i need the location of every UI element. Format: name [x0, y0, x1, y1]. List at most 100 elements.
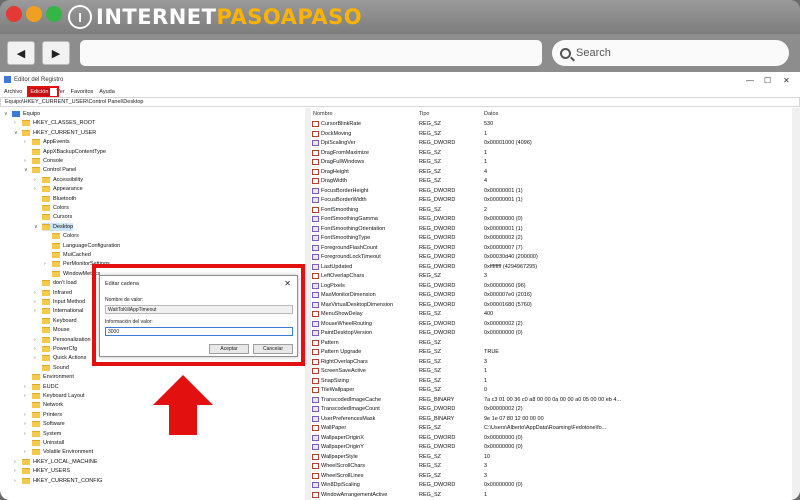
list-row[interactable]: LogPixels REG_DWORD 0x00000060 (96): [311, 282, 791, 290]
expand-arrow-icon[interactable]: ›: [14, 467, 16, 475]
list-row[interactable]: CursorBlinkRate REG_SZ 530: [311, 120, 791, 128]
minimize-icon[interactable]: —: [746, 73, 754, 89]
tree-node[interactable]: › Volatile Environment: [24, 448, 93, 456]
url-bar[interactable]: [80, 40, 542, 66]
list-row[interactable]: UserPreferencesMask REG_BINARY 9e 1e 07 80…: [311, 415, 791, 423]
list-row[interactable]: WallpaperStyle REG_SZ 10: [311, 453, 791, 461]
list-row[interactable]: MaxVirtualDesktopDimension REG_DWORD 0x000…: [311, 301, 791, 309]
list-row[interactable]: WindowArrangementActive REG_SZ 1: [311, 491, 791, 499]
tree-node[interactable]: › Keyboard Layout: [24, 392, 85, 400]
expand-arrow-icon[interactable]: ›: [34, 336, 36, 344]
tree-node[interactable]: › EUDC: [24, 383, 59, 391]
expand-arrow-icon[interactable]: ›: [34, 354, 36, 362]
list-row[interactable]: ScreenSaveActive REG_SZ 1: [311, 367, 791, 375]
minimize-window-icon[interactable]: [26, 6, 42, 22]
tree-node[interactable]: Colors: [52, 232, 79, 240]
back-button[interactable]: ◀: [7, 41, 35, 65]
tree-node[interactable]: › Personalization: [34, 336, 91, 344]
expand-arrow-icon[interactable]: ›: [34, 289, 36, 297]
expand-arrow-icon[interactable]: ›: [34, 307, 36, 315]
tree-node[interactable]: › Infrared: [34, 289, 72, 297]
tree-node[interactable]: › HKEY_LOCAL_MACHINE: [14, 458, 98, 466]
tree-node[interactable]: › Console: [24, 157, 63, 165]
list-row[interactable]: FocusBorderWidth REG_DWORD 0x00000001 (1): [311, 196, 791, 204]
list-row[interactable]: MaxMonitorDimension REG_DWORD 0x000007e0 (…: [311, 291, 791, 299]
expand-arrow-icon[interactable]: ∨: [34, 223, 38, 231]
expand-arrow-icon[interactable]: ›: [14, 477, 16, 485]
maximize-icon[interactable]: ☐: [764, 73, 771, 89]
tree-node[interactable]: › Input Method: [34, 298, 85, 306]
tree-node[interactable]: ∨ Equipo: [4, 110, 40, 118]
list-row[interactable]: FontSmoothing REG_SZ 2: [311, 206, 791, 214]
tree-node[interactable]: ∨ Control Panel: [24, 166, 76, 174]
expand-arrow-icon[interactable]: ›: [24, 157, 26, 165]
tree-node[interactable]: ∨ HKEY_CURRENT_USER: [14, 129, 96, 137]
close-window-icon[interactable]: [6, 6, 22, 22]
list-row[interactable]: FontSmoothingOrientation REG_DWORD 0x00000…: [311, 225, 791, 233]
tree-node[interactable]: › Software: [24, 420, 65, 428]
list-row[interactable]: FontSmoothingType REG_DWORD 0x00000002 (2): [311, 234, 791, 242]
column-nombre[interactable]: Nombre: [313, 110, 333, 118]
menu-archivo[interactable]: Archivo: [4, 88, 22, 97]
list-row[interactable]: SnapSizing REG_SZ 1: [311, 377, 791, 385]
expand-arrow-icon[interactable]: ›: [24, 411, 26, 419]
list-row[interactable]: LeftOverlapChars REG_SZ 3: [311, 272, 791, 280]
expand-arrow-icon[interactable]: ›: [24, 392, 26, 400]
list-row[interactable]: DockMoving REG_SZ 1: [311, 130, 791, 138]
list-row[interactable]: TranscodedImageCount REG_DWORD 0x00000002 …: [311, 405, 791, 413]
list-row[interactable]: TileWallpaper REG_SZ 0: [311, 386, 791, 394]
list-row[interactable]: TranscodedImageCache REG_BINARY 7a c3 01 0…: [311, 396, 791, 404]
column-tipo[interactable]: Tipo: [419, 110, 430, 118]
tree-node[interactable]: › Quick Actions: [34, 354, 86, 362]
list-row[interactable]: FocusBorderHeight REG_DWORD 0x00000001 (1): [311, 187, 791, 195]
expand-arrow-icon[interactable]: ›: [14, 458, 16, 466]
tree-node[interactable]: › System: [24, 430, 61, 438]
list-row[interactable]: WallPaper REG_SZ C:\Users\Alberto\AppData\…: [311, 424, 791, 432]
list-row[interactable]: MenuShowDelay REG_SZ 400: [311, 310, 791, 318]
tree-node[interactable]: › Accessibility: [34, 176, 83, 184]
expand-arrow-icon[interactable]: ∨: [24, 166, 28, 174]
maximize-window-icon[interactable]: [46, 6, 62, 22]
list-row[interactable]: ForegroundLockTimeout REG_DWORD 0x00030d40…: [311, 253, 791, 261]
list-row[interactable]: ForegroundFlashCount REG_DWORD 0x00000007 …: [311, 244, 791, 252]
expand-arrow-icon[interactable]: ∨: [14, 129, 18, 137]
tree-node[interactable]: Bluetooth: [42, 195, 76, 203]
list-row[interactable]: WheelScrollLines REG_SZ 3: [311, 472, 791, 480]
tree-node[interactable]: LanguageConfiguration: [52, 242, 120, 250]
list-row[interactable]: FontSmoothingGamma REG_DWORD 0x00000000 (0…: [311, 215, 791, 223]
list-row[interactable]: DragHeight REG_SZ 4: [311, 168, 791, 176]
tree-node[interactable]: Mouse: [42, 326, 70, 334]
tree-node[interactable]: › Appearance: [34, 185, 83, 193]
tree-node[interactable]: MuiCached: [52, 251, 91, 259]
expand-arrow-icon[interactable]: ›: [24, 420, 26, 428]
tree-node[interactable]: › International: [34, 307, 83, 315]
list-row[interactable]: DragWidth REG_SZ 4: [311, 177, 791, 185]
site-logo[interactable]: I INTERNET PASOAPASO: [68, 4, 362, 30]
list-row[interactable]: Pattern Upgrade REG_SZ TRUE: [311, 348, 791, 356]
expand-arrow-icon[interactable]: ∨: [4, 110, 8, 118]
search-input[interactable]: Search: [552, 40, 789, 66]
expand-arrow-icon[interactable]: ›: [34, 176, 36, 184]
tree-node[interactable]: › Printers: [24, 411, 62, 419]
list-row[interactable]: DragFullWindows REG_SZ 1: [311, 158, 791, 166]
list-row[interactable]: Win8DpiScaling REG_DWORD 0x00000000 (0): [311, 481, 791, 489]
forward-button[interactable]: ▶: [42, 41, 70, 65]
expand-arrow-icon[interactable]: ›: [34, 345, 36, 353]
tree-node[interactable]: Cursors: [42, 213, 72, 221]
list-row[interactable]: DragFromMaximize REG_SZ 1: [311, 149, 791, 157]
list-scrollbar[interactable]: [792, 108, 800, 500]
tree-node[interactable]: › AppEvents: [24, 138, 70, 146]
expand-arrow-icon[interactable]: ›: [24, 138, 26, 146]
tree-node[interactable]: don't load: [42, 279, 77, 287]
tree-node[interactable]: Uninstall: [32, 439, 64, 447]
list-row[interactable]: WallpaperOriginY REG_DWORD 0x00000000 (0): [311, 443, 791, 451]
menu-favoritos[interactable]: Favoritos: [71, 88, 94, 97]
list-row[interactable]: Pattern REG_SZ: [311, 339, 791, 347]
tree-node[interactable]: Environment: [32, 373, 74, 381]
list-row[interactable]: PaintDesktopVersion REG_DWORD 0x00000000 (…: [311, 329, 791, 337]
expand-arrow-icon[interactable]: ›: [34, 185, 36, 193]
expand-arrow-icon[interactable]: ›: [14, 119, 16, 127]
expand-arrow-icon[interactable]: ›: [44, 260, 46, 268]
tree-node[interactable]: Colors: [42, 204, 69, 212]
tree-node[interactable]: › HKEY_CLASSES_ROOT: [14, 119, 95, 127]
